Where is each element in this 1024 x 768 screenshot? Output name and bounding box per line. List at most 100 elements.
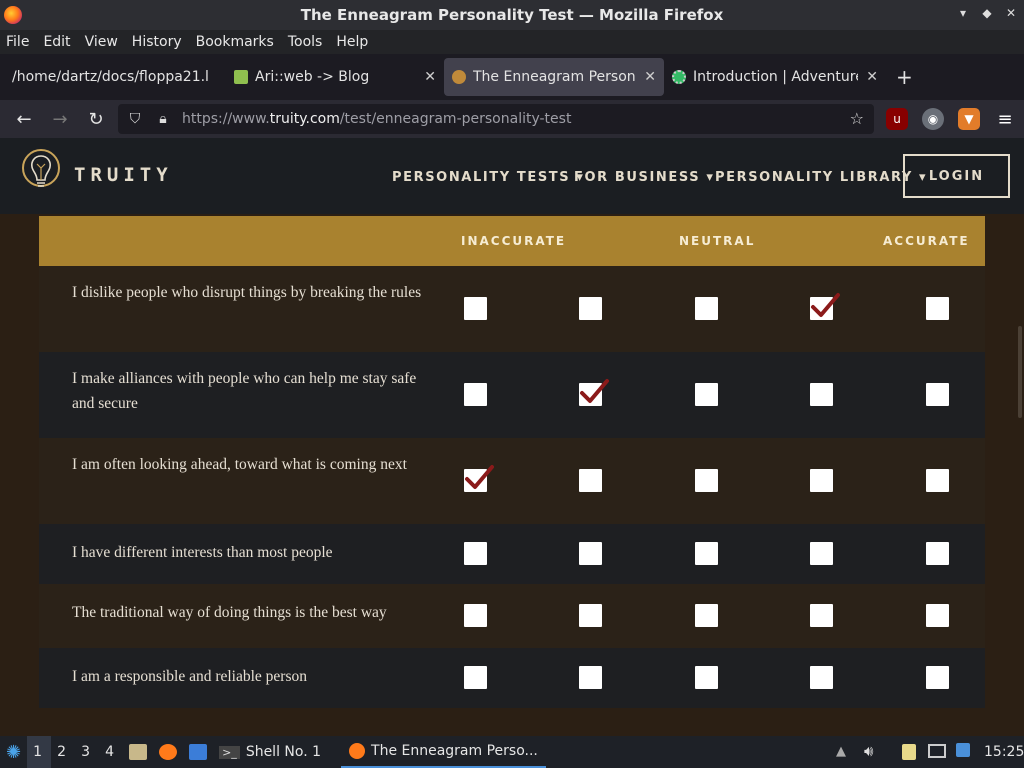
truity-brand[interactable]: TRUITY	[74, 164, 173, 186]
workspace-4[interactable]: 4	[99, 736, 123, 768]
forward-icon[interactable]: →	[42, 100, 78, 138]
scale-header: INACCURATE NEUTRAL ACCURATE	[39, 216, 985, 266]
reload-icon[interactable]: ↻	[78, 100, 114, 138]
menu-help[interactable]: Help	[336, 34, 368, 50]
answer-checkbox[interactable]	[695, 542, 718, 565]
answer-checkbox[interactable]	[926, 297, 949, 320]
title-bar: The Enneagram Personality Test — Mozilla…	[0, 0, 1024, 30]
answer-checkbox[interactable]	[579, 604, 602, 627]
login-button[interactable]: LOGIN	[903, 154, 1010, 198]
answer-checkbox[interactable]	[810, 469, 833, 492]
answer-checkbox[interactable]	[579, 469, 602, 492]
answer-checkbox[interactable]	[695, 297, 718, 320]
start-menu-icon[interactable]: ✺	[0, 736, 27, 768]
answer-checkbox[interactable]	[579, 542, 602, 565]
volume-icon[interactable]: 🔊︎	[864, 742, 873, 760]
answer-checkbox[interactable]	[810, 383, 833, 406]
tab-label: Introduction | Adventurer	[693, 69, 859, 85]
tab-label: Ari::web -> Blog	[255, 69, 370, 85]
tab-close-icon[interactable]: ✕	[424, 69, 436, 85]
question-text: I am often looking ahead, toward what is…	[72, 456, 407, 473]
ublock-icon[interactable]: u	[886, 108, 908, 130]
answer-checkbox[interactable]	[810, 666, 833, 689]
tab-enneagram[interactable]: The Enneagram Personal ✕	[444, 58, 664, 96]
nav-for-business[interactable]: FOR BUSINESS ▾	[574, 170, 715, 185]
notification-icon[interactable]	[956, 743, 970, 757]
tab-close-icon[interactable]: ✕	[644, 69, 656, 85]
tab-ariweb[interactable]: Ari::web -> Blog ✕	[226, 58, 444, 96]
privacy-icon[interactable]: ◉	[922, 108, 944, 130]
tab-introduction[interactable]: Introduction | Adventurer ✕	[664, 58, 886, 96]
workspace-3[interactable]: 3	[75, 736, 99, 768]
answer-checkbox[interactable]	[695, 666, 718, 689]
window-controls: ▾ ◆ ✕	[956, 6, 1018, 20]
back-icon[interactable]: ←	[6, 100, 42, 138]
answer-checkbox[interactable]	[579, 297, 602, 320]
workspace-2[interactable]: 2	[51, 736, 75, 768]
menu-file[interactable]: File	[6, 34, 29, 50]
answer-checkbox[interactable]	[695, 383, 718, 406]
menu-tools[interactable]: Tools	[288, 34, 323, 50]
answer-checkbox[interactable]	[464, 604, 487, 627]
nav-personality-tests[interactable]: PERSONALITY TESTS ▾	[392, 170, 585, 185]
task-firefox[interactable]: The Enneagram Perso...	[341, 736, 546, 768]
answer-checkbox[interactable]	[810, 604, 833, 627]
answer-checkbox[interactable]	[926, 383, 949, 406]
tab-floppa[interactable]: /home/dartz/docs/floppa21.l	[4, 58, 226, 96]
firefox-task-icon	[349, 743, 366, 759]
firefox-window: The Enneagram Personality Test — Mozilla…	[0, 0, 1024, 768]
display-icon[interactable]	[928, 744, 946, 758]
answer-checkbox[interactable]	[464, 542, 487, 565]
shell-launcher[interactable]: >_ Shell No. 1	[213, 736, 327, 768]
menu-icon[interactable]: ≡	[994, 108, 1016, 130]
workspace-1[interactable]: 1	[27, 736, 52, 768]
answer-checkbox[interactable]	[810, 293, 840, 320]
url-bar[interactable]: ⛉ 🔒︎ https://www.truity.com/test/enneagr…	[118, 104, 874, 134]
menu-history[interactable]: History	[132, 34, 182, 50]
firefox-launcher-icon[interactable]	[153, 736, 183, 768]
answer-checkbox[interactable]	[695, 604, 718, 627]
minimize-icon[interactable]: ▾	[956, 6, 970, 20]
answer-checkbox[interactable]	[464, 383, 487, 406]
answer-checkbox[interactable]	[695, 469, 718, 492]
truity-logo-icon[interactable]	[20, 148, 62, 200]
question-row: I am a responsible and reliable person	[39, 648, 985, 708]
upload-icon[interactable]: ▲	[836, 744, 846, 759]
checkmark-icon	[465, 465, 494, 489]
nav-personality-library[interactable]: PERSONALITY LIBRARY ▾	[715, 170, 927, 185]
page-content: TRUITY PERSONALITY TESTS ▾ FOR BUSINESS …	[0, 138, 1024, 736]
answer-checkbox[interactable]	[579, 666, 602, 689]
answer-checkbox[interactable]	[926, 666, 949, 689]
answer-checkbox[interactable]	[464, 666, 487, 689]
clipboard-icon[interactable]	[902, 744, 916, 760]
tab-close-icon[interactable]: ✕	[866, 69, 878, 85]
answer-checkbox[interactable]	[464, 465, 494, 492]
question-text: The traditional way of doing things is t…	[72, 604, 387, 621]
question-row: I have different interests than most peo…	[39, 524, 985, 584]
answer-checkbox[interactable]	[464, 297, 487, 320]
bookmark-star-icon[interactable]: ☆	[850, 109, 864, 128]
question-row: The traditional way of doing things is t…	[39, 584, 985, 648]
site-header: TRUITY PERSONALITY TESTS ▾ FOR BUSINESS …	[0, 138, 1024, 214]
brave-icon[interactable]: ▼	[958, 108, 980, 130]
maximize-icon[interactable]: ◆	[980, 6, 994, 20]
answer-checkbox[interactable]	[810, 542, 833, 565]
answer-checkbox[interactable]	[926, 604, 949, 627]
new-tab-icon[interactable]: +	[896, 65, 913, 89]
lock-icon[interactable]: 🔒︎	[152, 111, 174, 127]
shield-icon[interactable]: ⛉	[124, 111, 146, 127]
answer-checkbox[interactable]	[926, 542, 949, 565]
truity-icon	[452, 70, 466, 84]
label-inaccurate: INACCURATE	[461, 234, 567, 248]
answer-checkbox[interactable]	[926, 469, 949, 492]
url-text[interactable]: https://www.truity.com/test/enneagram-pe…	[182, 111, 571, 127]
answer-checkbox[interactable]	[579, 379, 609, 406]
desktop-icon[interactable]	[183, 736, 213, 768]
scrollbar-thumb[interactable]	[1018, 326, 1022, 418]
close-icon[interactable]: ✕	[1004, 6, 1018, 20]
menu-bookmarks[interactable]: Bookmarks	[196, 34, 274, 50]
menu-view[interactable]: View	[85, 34, 118, 50]
menu-edit[interactable]: Edit	[43, 34, 70, 50]
checkmark-icon	[811, 293, 840, 317]
file-manager-icon[interactable]	[123, 736, 153, 768]
